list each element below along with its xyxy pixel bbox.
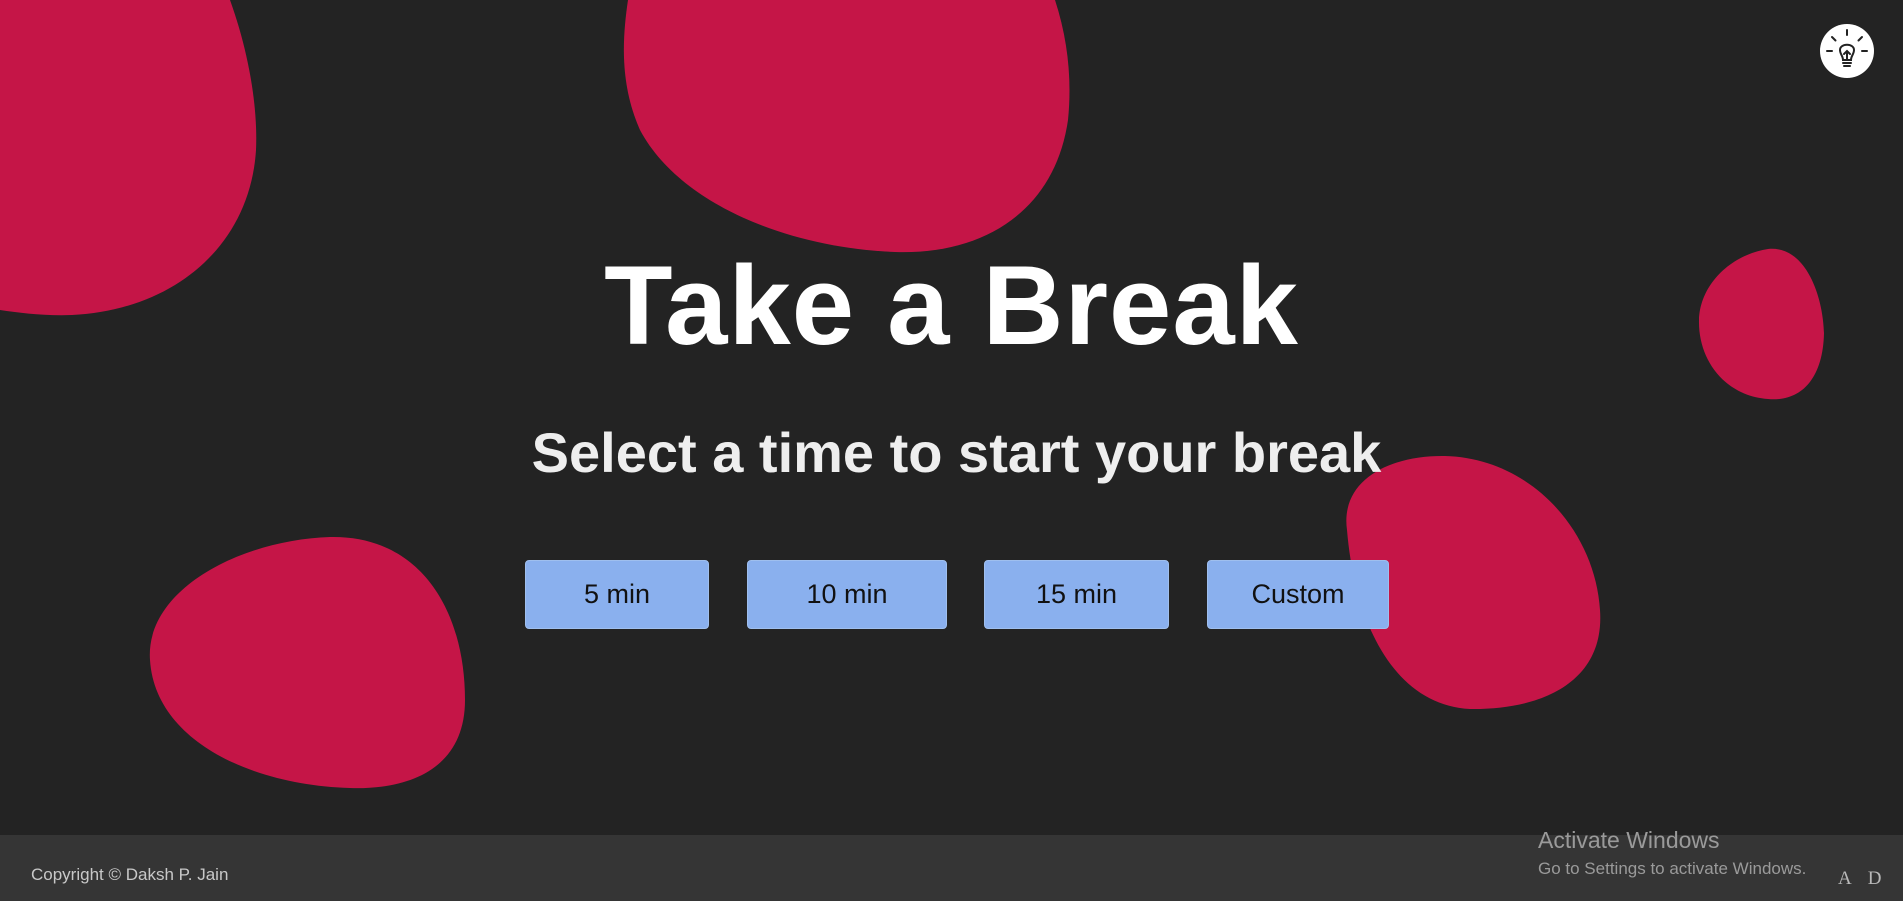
page-title: Take a Break [604,243,1299,368]
footer-copyright: Copyright © Daksh P. Jain [31,865,229,884]
fifteen-min-button[interactable]: 15 min [984,560,1169,629]
ten-min-button[interactable]: 10 min [747,560,947,629]
activate-windows-subtitle: Go to Settings to activate Windows. [1538,859,1807,878]
theme-toggle-button[interactable] [1820,24,1874,78]
lightbulb-icon [1826,29,1868,67]
page: Take a Break Select a time to start your… [0,0,1903,901]
corner-letter-a: A [1838,868,1852,889]
custom-time-button[interactable]: Custom [1207,560,1389,629]
five-min-button[interactable]: 5 min [525,560,709,629]
blob-top-center [623,0,1070,253]
blob-bottom-left [149,536,465,789]
activate-windows-title: Activate Windows [1538,827,1720,853]
page-subtitle: Select a time to start your break [531,421,1382,484]
corner-letter-d: D [1867,868,1882,889]
windows-activation-watermark: Activate Windows Go to Settings to activ… [1538,826,1806,880]
corner-letters: A D [1838,868,1881,890]
